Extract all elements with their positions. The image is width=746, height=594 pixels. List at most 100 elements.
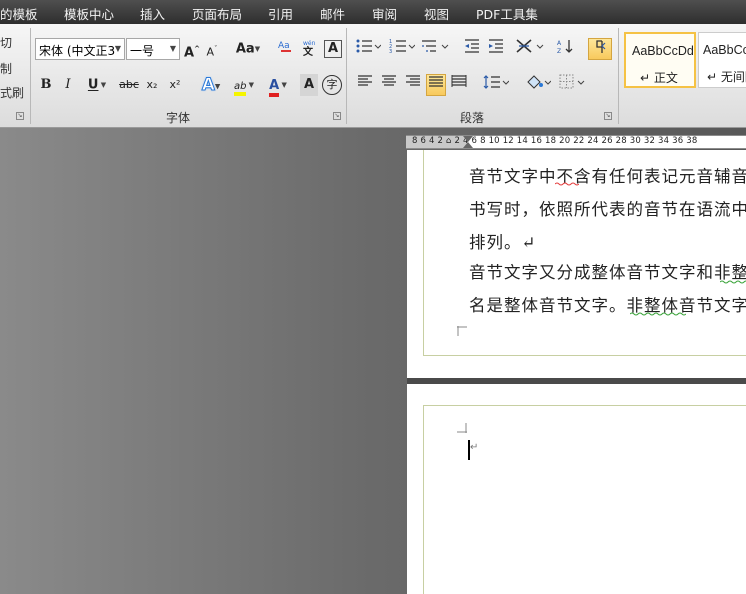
- shading-button[interactable]: [524, 74, 552, 96]
- strikethrough-button[interactable]: abc: [118, 74, 140, 96]
- menu-item-mailings[interactable]: 邮件: [320, 4, 345, 23]
- line-spacing-button[interactable]: [482, 74, 510, 96]
- font-name-value: 宋体 (中文正3: [39, 44, 116, 58]
- show-hide-marks-button[interactable]: [588, 38, 612, 60]
- hanging-indent-marker[interactable]: [463, 142, 473, 148]
- corner-mark-icon: [457, 326, 467, 336]
- corner-mark-icon: [457, 423, 467, 433]
- svg-text:3: 3: [389, 49, 392, 54]
- grammar-mark: [630, 312, 686, 316]
- menu-item-review[interactable]: 审阅: [372, 4, 397, 23]
- svg-text:文: 文: [303, 45, 314, 56]
- chevron-down-icon: ▼: [169, 44, 176, 53]
- font-size-value: 一号: [130, 44, 155, 58]
- font-group-label: 字体: [166, 111, 191, 125]
- menu-item-templates[interactable]: 的模板: [0, 4, 38, 23]
- clear-format-icon: Aa: [278, 41, 291, 52]
- highlight-button[interactable]: ab ▼: [228, 74, 260, 96]
- divider: [30, 28, 31, 124]
- decrease-indent-icon: [465, 39, 479, 53]
- chinese-layout-button[interactable]: [514, 38, 548, 60]
- style-sample: AaBbCc: [703, 43, 746, 57]
- clipboard-launcher-icon[interactable]: ↘: [16, 112, 24, 120]
- char-border-button[interactable]: A: [324, 40, 342, 58]
- menu-item-references[interactable]: 引用: [268, 4, 293, 23]
- superscript-button[interactable]: x²: [166, 74, 184, 96]
- chevron-down-icon: ▼: [114, 44, 121, 53]
- font-size-combo[interactable]: 一号 ▼: [126, 38, 180, 60]
- chinese-layout-icon: [516, 39, 544, 53]
- borders-button[interactable]: [558, 74, 586, 96]
- increase-indent-icon: [489, 39, 503, 53]
- distributed-button[interactable]: [450, 74, 468, 96]
- menu-bar: 的模板 模板中心 插入 页面布局 引用 邮件 审阅 视图 PDF工具集: [0, 0, 746, 24]
- font-launcher-icon[interactable]: ↘: [333, 112, 341, 120]
- shrink-font-button[interactable]: Aˇ: [204, 38, 220, 60]
- sort-button[interactable]: AZ: [556, 38, 578, 60]
- subscript-button[interactable]: x₂: [144, 74, 160, 96]
- align-left-button[interactable]: [356, 74, 374, 96]
- font-name-combo[interactable]: 宋体 (中文正3 ▼: [35, 38, 125, 60]
- italic-button[interactable]: I: [60, 74, 76, 96]
- grammar-mark: [720, 280, 746, 284]
- multilevel-list-button[interactable]: [420, 38, 450, 60]
- paragraph-mark-icon: [596, 40, 606, 53]
- menu-item-page-layout[interactable]: 页面布局: [192, 4, 242, 23]
- decrease-indent-button[interactable]: [462, 38, 482, 60]
- increase-indent-button[interactable]: [486, 38, 506, 60]
- cut-button[interactable]: 切: [0, 34, 12, 51]
- format-painter-button[interactable]: 式刷: [0, 84, 24, 101]
- svg-text:A: A: [557, 40, 562, 47]
- style-no-spacing[interactable]: AaBbCc ↵ 无间隔: [698, 32, 746, 88]
- distributed-icon: [451, 75, 467, 87]
- paragraph-group-label: 段落: [460, 111, 485, 125]
- bullets-icon: [356, 39, 382, 53]
- copy-button[interactable]: 制: [0, 60, 12, 77]
- align-left-icon: [358, 75, 372, 86]
- svg-text:wén: wén: [303, 40, 316, 47]
- phonetic-guide-button[interactable]: wén 文: [300, 38, 320, 60]
- enclose-char-button[interactable]: 字: [322, 75, 342, 95]
- doc-line-5[interactable]: 名是整体音节文字。非整体音节文字: [469, 292, 746, 316]
- divider: [346, 28, 347, 124]
- doc-line-3[interactable]: 排列。↵: [469, 229, 536, 253]
- underline-button[interactable]: U ▼: [84, 74, 110, 96]
- bullets-button[interactable]: [354, 38, 382, 60]
- ribbon: 切 制 式刷 ↘ 宋体 (中文正3 ▼ 一号 ▼ A^ Aˇ Aa▼ Aa wé…: [0, 24, 746, 128]
- char-shading-button[interactable]: A: [300, 74, 318, 96]
- align-center-button[interactable]: [380, 74, 398, 96]
- spelling-error-mark: [555, 182, 579, 186]
- doc-line-4[interactable]: 音节文字又分成整体音节文字和非整: [469, 259, 746, 283]
- text-effects-button[interactable]: A▼: [198, 74, 224, 96]
- menu-item-insert[interactable]: 插入: [140, 4, 165, 23]
- align-center-icon: [382, 75, 396, 86]
- page-2-margin-guide: [423, 405, 746, 594]
- borders-icon: [559, 74, 585, 89]
- grow-font-button[interactable]: A^: [184, 38, 200, 60]
- divider: [618, 28, 619, 124]
- menu-item-template-center[interactable]: 模板中心: [64, 4, 114, 23]
- ruler-numbers: 8 6 4 2 ⌂ 2 4 6 8 10 12 14 16 18 20 22 2…: [412, 136, 698, 146]
- bold-button[interactable]: B: [38, 74, 54, 96]
- paragraph-launcher-icon[interactable]: ↘: [604, 112, 612, 120]
- numbering-button[interactable]: 123: [388, 38, 416, 60]
- sort-icon: AZ: [557, 40, 573, 55]
- clear-format-button[interactable]: Aa: [276, 38, 296, 60]
- phonetic-icon: wén文: [303, 40, 316, 58]
- align-right-button[interactable]: [404, 74, 422, 96]
- font-color-button[interactable]: A ▼: [262, 74, 294, 97]
- numbering-icon: 123: [389, 39, 416, 55]
- menu-item-view[interactable]: 视图: [424, 4, 449, 23]
- style-name: ↵ 正文: [640, 71, 678, 85]
- style-normal[interactable]: AaBbCcDd ↵ 正文: [624, 32, 696, 88]
- justify-button[interactable]: [426, 74, 446, 96]
- doc-line-1[interactable]: 音节文字中不含有任何表记元音辅音: [469, 163, 746, 187]
- style-name: ↵ 无间隔: [707, 70, 746, 84]
- horizontal-ruler[interactable]: 8 6 4 2 ⌂ 2 4 6 8 10 12 14 16 18 20 22 2…: [406, 135, 746, 149]
- line-spacing-icon: [483, 75, 510, 89]
- doc-line-2[interactable]: 书写时，依照所代表的音节在语流中: [469, 196, 746, 220]
- multilevel-list-icon: [422, 40, 449, 52]
- svg-text:Aa: Aa: [278, 41, 290, 51]
- menu-item-pdf-tools[interactable]: PDF工具集: [476, 4, 538, 23]
- change-case-button[interactable]: Aa▼: [234, 38, 262, 60]
